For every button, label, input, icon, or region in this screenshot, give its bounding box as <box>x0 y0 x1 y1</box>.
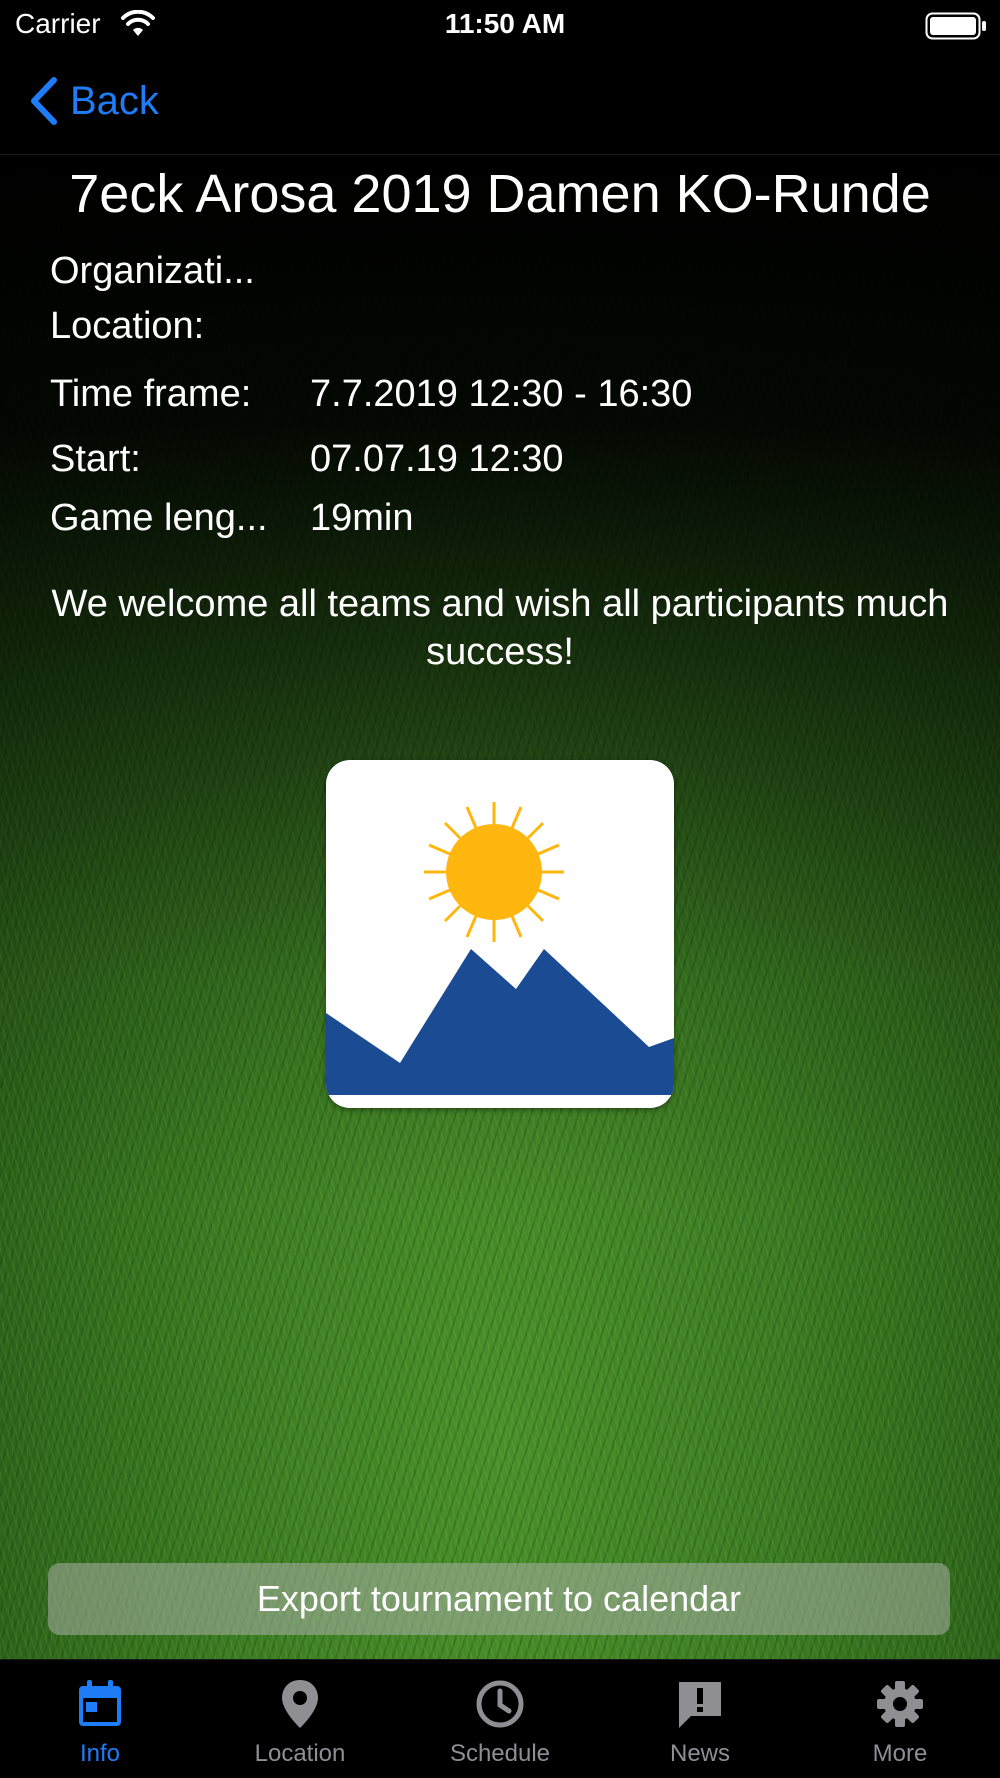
navigation-bar: Back <box>0 50 1000 155</box>
tournament-logo <box>326 760 674 1108</box>
game-length-label: Game leng... <box>50 497 268 539</box>
tab-location[interactable]: Location <box>200 1660 400 1778</box>
tab-label: Schedule <box>449 1740 551 1767</box>
tournament-title: 7eck Arosa 2019 Damen KO-Runde <box>69 164 931 224</box>
tab-label: Info <box>79 1740 121 1767</box>
tab-label: More <box>872 1740 928 1767</box>
news-icon <box>679 1682 721 1728</box>
gear-icon <box>877 1681 923 1727</box>
tab-info[interactable]: Info <box>0 1660 200 1778</box>
welcome-message: We welcome all teams and wish all partic… <box>51 583 949 673</box>
start-value: 07.07.19 12:30 <box>310 438 564 480</box>
timeframe-value: 7.7.2019 12:30 - 16:30 <box>310 373 693 415</box>
timeframe-label: Time frame: <box>50 373 252 415</box>
battery-icon <box>925 12 986 40</box>
sun-mountain-logo-icon <box>326 802 674 1095</box>
back-button[interactable]: Back <box>28 76 159 126</box>
tab-more[interactable]: More <box>800 1660 1000 1778</box>
status-bar: Carrier 11:50 AM <box>0 0 1000 50</box>
tab-label: News <box>669 1740 730 1767</box>
start-label: Start: <box>50 438 141 480</box>
back-label: Back <box>70 78 159 123</box>
tab-news[interactable]: News <box>600 1660 800 1778</box>
chevron-left-icon <box>31 77 57 125</box>
clock-icon <box>476 1680 524 1728</box>
organization-label: Organizati... <box>50 250 255 292</box>
tab-bar: Info Location Schedule News More <box>0 1659 1000 1778</box>
tab-label: Location <box>254 1740 346 1767</box>
status-time: 11:50 AM <box>444 8 566 39</box>
app-screen: Carrier 11:50 AM Back 7eck Arosa 2019 Da… <box>0 0 1000 1778</box>
tab-schedule[interactable]: Schedule <box>400 1660 600 1778</box>
location-label: Location: <box>50 305 205 347</box>
calendar-icon <box>79 1680 121 1726</box>
game-length-value: 19min <box>310 497 414 539</box>
location-pin-icon <box>282 1680 318 1728</box>
export-calendar-button[interactable]: Export tournament to calendar <box>48 1563 950 1635</box>
